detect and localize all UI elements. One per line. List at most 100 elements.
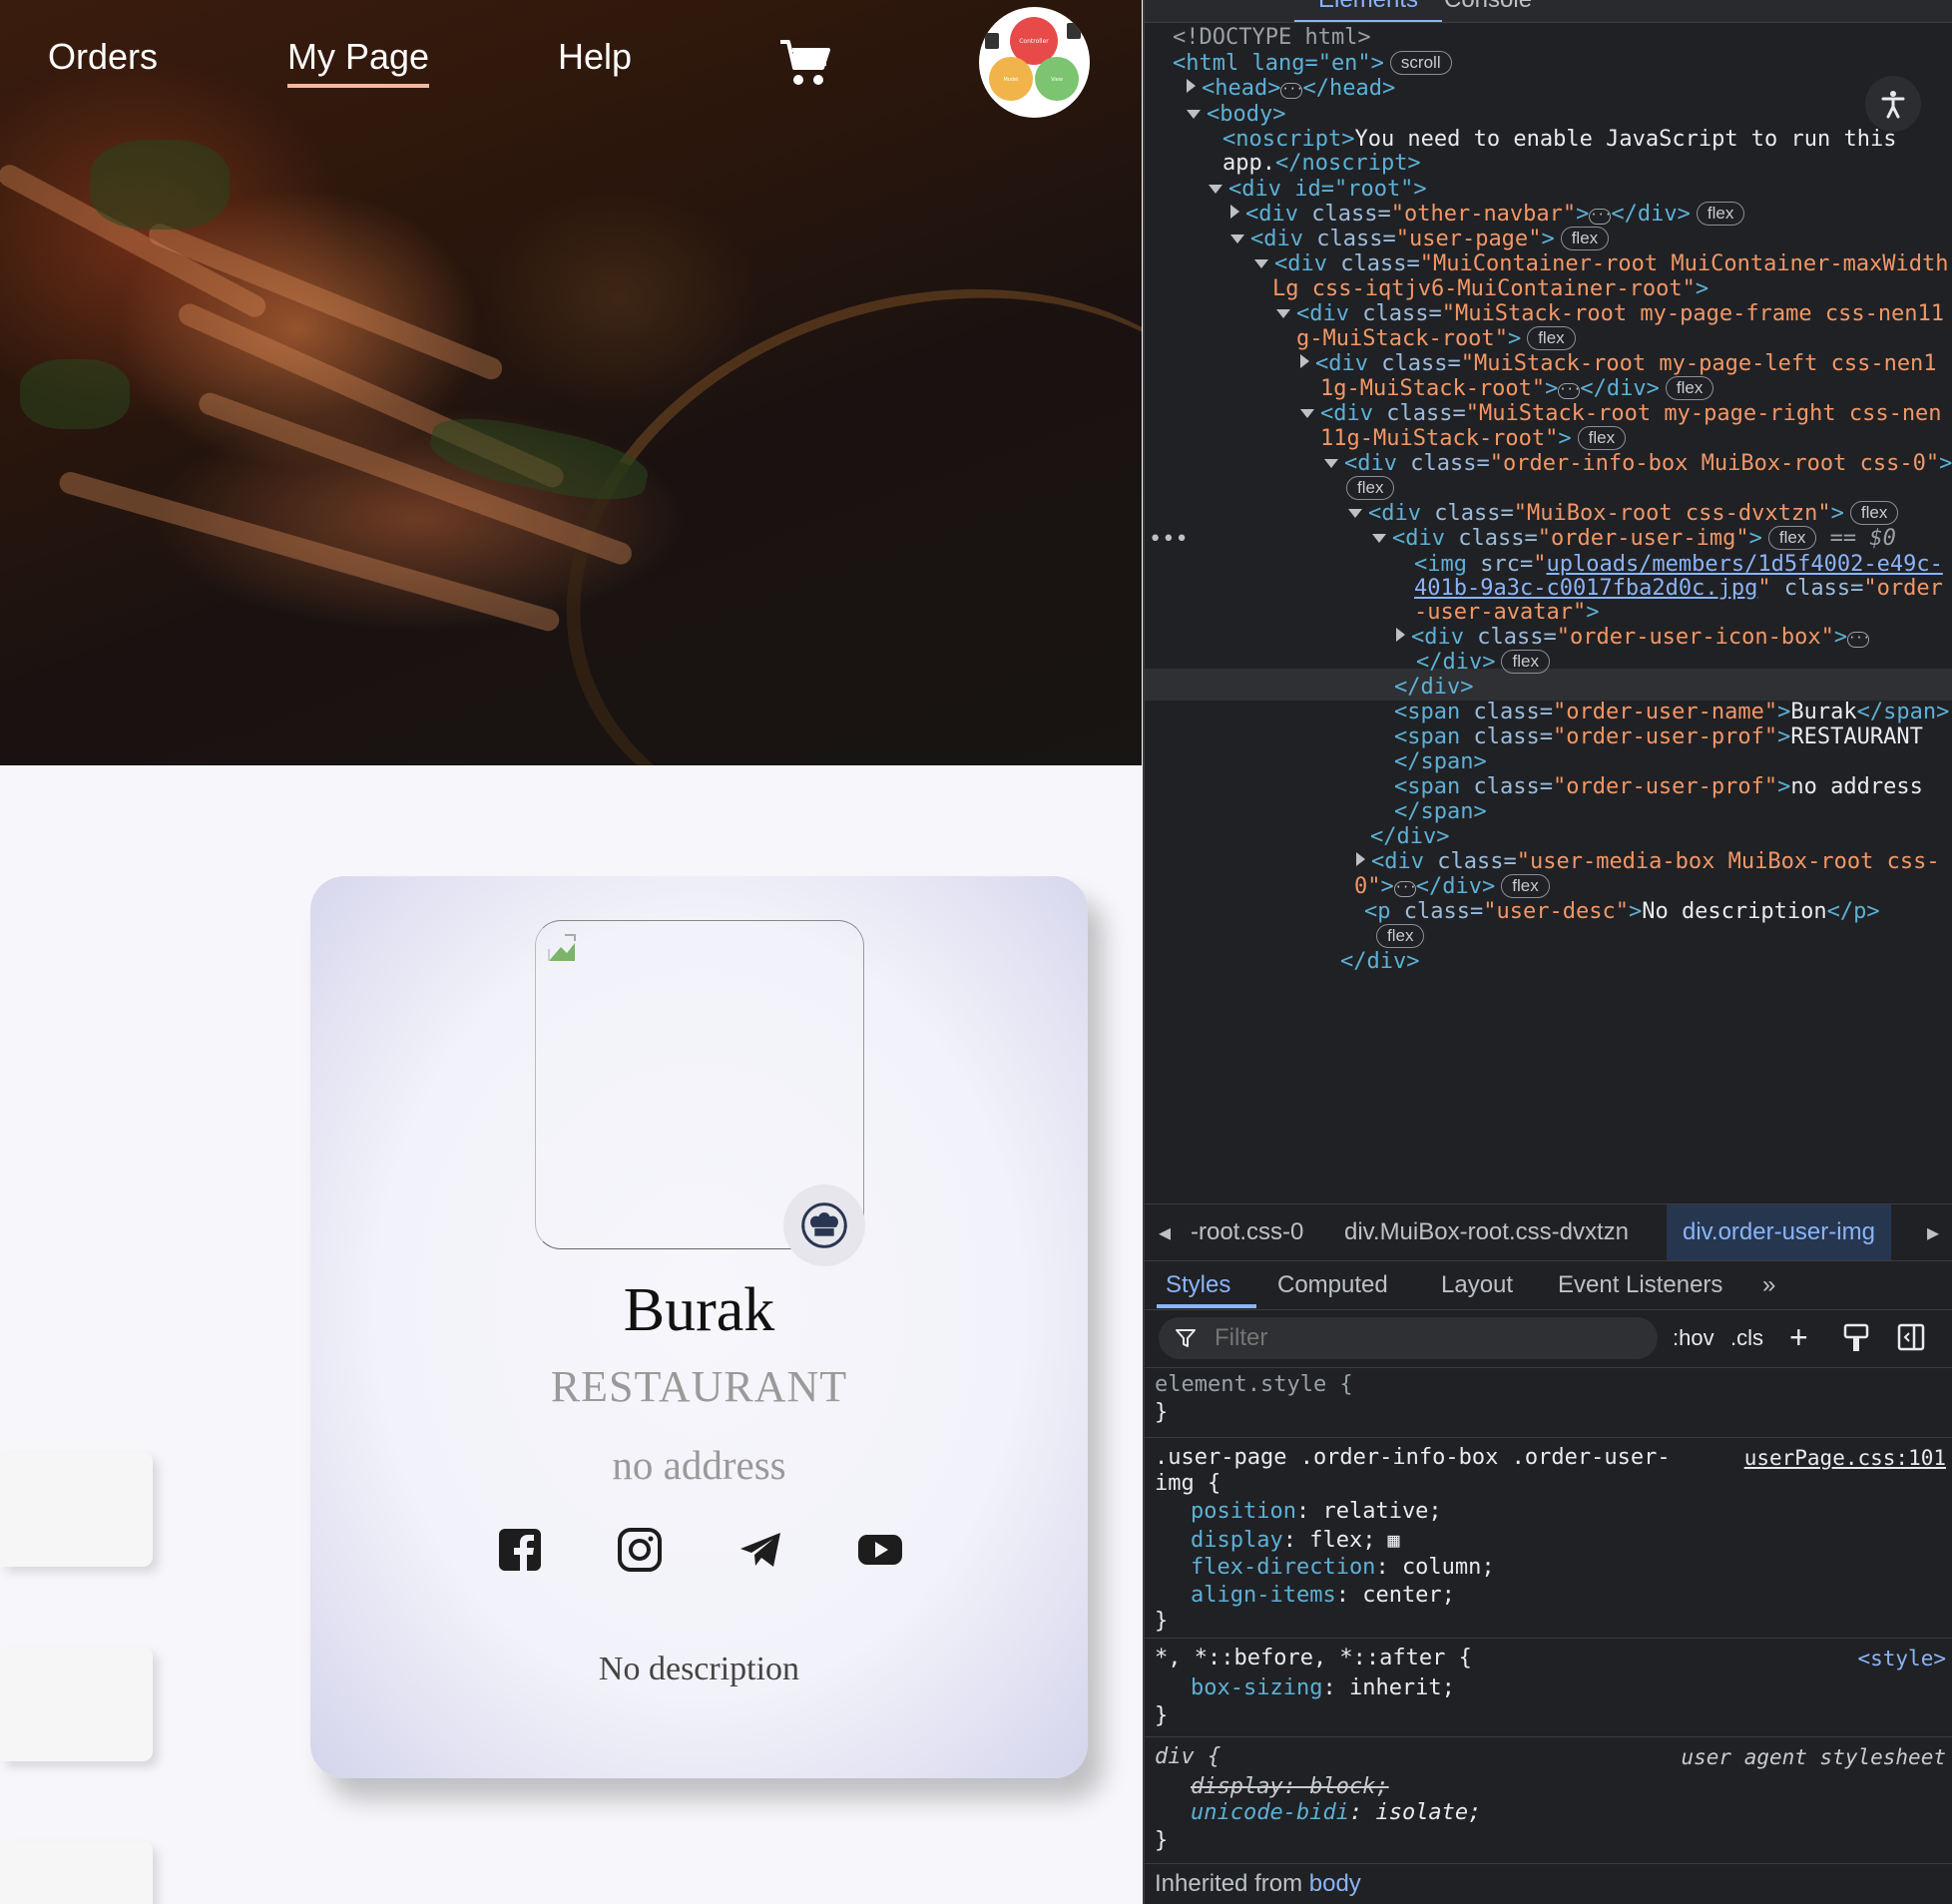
active-tab-underline bbox=[1157, 1304, 1256, 1308]
hov-toggle[interactable]: :hov bbox=[1673, 1325, 1714, 1351]
dom-line[interactable]: <div class="order-info-box MuiBox-root c… bbox=[1324, 448, 1952, 479]
ellipsis-icon[interactable]: ··· bbox=[1847, 632, 1870, 648]
breadcrumb-scroll-left[interactable]: ◂ bbox=[1159, 1218, 1171, 1247]
desc-class: user-desc bbox=[1496, 899, 1616, 924]
css-declaration[interactable]: position: relative; bbox=[1191, 1498, 1442, 1526]
noscript-text-cont: app. bbox=[1222, 151, 1275, 176]
flex-badge[interactable]: flex bbox=[1665, 376, 1714, 400]
ellipsis-icon[interactable]: ··· bbox=[1393, 881, 1416, 897]
accessibility-icon[interactable] bbox=[1865, 76, 1921, 132]
sidebar-tab-card[interactable] bbox=[0, 1452, 153, 1567]
flex-badge[interactable]: flex bbox=[1501, 650, 1550, 674]
css-declaration[interactable]: align-items: center; bbox=[1191, 1582, 1455, 1610]
nav-my-page-link[interactable]: My Page bbox=[287, 36, 430, 88]
dom-tree: <!DOCTYPE html> <html lang="en"> scroll <… bbox=[1145, 22, 1952, 1199]
expand-arrow-icon[interactable] bbox=[1300, 354, 1309, 368]
css-declaration[interactable]: box-sizing: inherit; bbox=[1191, 1674, 1455, 1702]
ellipsis-icon[interactable]: ··· bbox=[1589, 209, 1612, 225]
flex-badge[interactable]: flex bbox=[1849, 501, 1899, 525]
tab-event-listeners[interactable]: Event Listeners bbox=[1558, 1271, 1722, 1299]
telegram-icon[interactable] bbox=[737, 1527, 783, 1573]
row-menu-icon[interactable]: ••• bbox=[1149, 524, 1189, 555]
collapse-arrow-icon[interactable] bbox=[1276, 309, 1290, 318]
rule-source-link[interactable]: userPage.css:101 bbox=[1744, 1444, 1946, 1472]
collapse-arrow-icon[interactable] bbox=[1324, 459, 1338, 468]
breadcrumb-item[interactable]: div.MuiBox-root.css-dvxtzn bbox=[1344, 1218, 1629, 1246]
inherited-from-link[interactable]: body bbox=[1309, 1870, 1361, 1897]
expand-arrow-icon[interactable] bbox=[1356, 852, 1365, 866]
tab-layout[interactable]: Layout bbox=[1441, 1271, 1513, 1299]
css-value[interactable]: inherit; bbox=[1349, 1675, 1455, 1700]
tab-styles[interactable]: Styles bbox=[1166, 1271, 1230, 1299]
youtube-icon[interactable] bbox=[857, 1527, 903, 1573]
flex-badge[interactable]: flex bbox=[1767, 526, 1817, 550]
css-value[interactable]: relative; bbox=[1322, 1499, 1441, 1524]
inherited-label: Inherited from bbox=[1155, 1870, 1303, 1897]
rule-selector[interactable]: div { bbox=[1155, 1743, 1220, 1771]
add-rule-icon[interactable]: + bbox=[1789, 1319, 1808, 1356]
ellipsis-icon[interactable]: ··· bbox=[1280, 83, 1303, 99]
css-value[interactable]: flex; bbox=[1309, 1528, 1375, 1553]
noscript-text: You need to enable JavaScript to run thi… bbox=[1354, 127, 1897, 152]
dom-line[interactable]: </div> bbox=[1340, 946, 1419, 977]
expand-arrow-icon[interactable] bbox=[1187, 79, 1196, 93]
rule-selector[interactable]: *, *::before, *::after { bbox=[1155, 1645, 1472, 1672]
instagram-icon[interactable] bbox=[617, 1527, 663, 1573]
ellipsis-icon[interactable]: ··· bbox=[1558, 383, 1581, 399]
flex-badge[interactable]: flex bbox=[1527, 326, 1576, 350]
css-declaration[interactable]: display: flex; ▦ bbox=[1191, 1526, 1400, 1555]
collapse-arrow-icon[interactable] bbox=[1300, 409, 1314, 418]
styles-filter-bar: :hov .cls + bbox=[1145, 1309, 1952, 1368]
rule-selector-cont: img { bbox=[1155, 1471, 1221, 1496]
sidebar-tab-card[interactable] bbox=[0, 1841, 153, 1904]
css-declaration[interactable]: flex-direction: column; bbox=[1191, 1554, 1495, 1582]
toggle-sidebar-icon[interactable] bbox=[1897, 1323, 1925, 1351]
paint-brush-icon[interactable] bbox=[1843, 1323, 1869, 1353]
nav-help-link[interactable]: Help bbox=[558, 36, 632, 78]
flex-editor-icon[interactable]: ▦ bbox=[1375, 1528, 1399, 1552]
top-navbar: Orders My Page Help Controller Model Vie… bbox=[0, 0, 1142, 120]
css-prop: position bbox=[1191, 1499, 1296, 1524]
chef-hat-icon bbox=[783, 1185, 865, 1266]
expand-arrow-icon[interactable] bbox=[1230, 205, 1239, 219]
prof-class: order-user-prof bbox=[1566, 774, 1764, 799]
more-tabs-icon[interactable]: » bbox=[1762, 1271, 1775, 1299]
rule-selector[interactable]: .user-page .order-info-box .order-user- bbox=[1155, 1444, 1671, 1472]
breadcrumb-scroll-right[interactable]: ▸ bbox=[1927, 1218, 1939, 1247]
cls-toggle[interactable]: .cls bbox=[1730, 1325, 1763, 1351]
rule-source-link[interactable]: <style> bbox=[1857, 1645, 1946, 1672]
collapse-arrow-icon[interactable] bbox=[1209, 185, 1222, 194]
tab-console[interactable]: Console bbox=[1444, 0, 1532, 14]
styles-filter-input[interactable] bbox=[1159, 1317, 1658, 1359]
tab-elements[interactable]: Elements bbox=[1294, 0, 1443, 22]
doctype-text: <!DOCTYPE html> bbox=[1173, 25, 1371, 50]
flex-badge[interactable]: flex bbox=[1577, 426, 1627, 450]
css-prop: box-sizing bbox=[1191, 1675, 1323, 1700]
flex-badge[interactable]: flex bbox=[1560, 227, 1610, 250]
rule-selector[interactable]: element.style { bbox=[1155, 1371, 1353, 1399]
tab-computed[interactable]: Computed bbox=[1277, 1271, 1388, 1299]
collapse-arrow-icon[interactable] bbox=[1254, 259, 1268, 268]
mvc-logo[interactable]: Controller Model View bbox=[979, 7, 1090, 118]
breadcrumb-item-active[interactable]: div.order-user-img bbox=[1667, 1204, 1891, 1260]
flex-badge[interactable]: flex bbox=[1376, 924, 1425, 948]
expand-arrow-icon[interactable] bbox=[1396, 628, 1405, 642]
sidebar-tab-card[interactable] bbox=[0, 1647, 153, 1761]
collapse-arrow-icon[interactable] bbox=[1348, 509, 1362, 518]
nav-orders-link[interactable]: Orders bbox=[48, 36, 158, 78]
dom-line[interactable]: <p class="user-desc">No description</p> bbox=[1364, 896, 1880, 927]
cart-icon[interactable] bbox=[778, 38, 830, 88]
breadcrumb-item[interactable]: -root.css-0 bbox=[1191, 1218, 1303, 1246]
desc-text: No description bbox=[1642, 899, 1827, 924]
scroll-badge[interactable]: scroll bbox=[1389, 51, 1452, 75]
collapse-arrow-icon[interactable] bbox=[1372, 534, 1386, 543]
flex-badge[interactable]: flex bbox=[1501, 874, 1550, 898]
facebook-icon[interactable] bbox=[497, 1527, 543, 1573]
flex-badge[interactable]: flex bbox=[1346, 476, 1395, 500]
logo-label-controller: Controller bbox=[1019, 38, 1049, 45]
flex-badge[interactable]: flex bbox=[1696, 202, 1745, 226]
css-value[interactable]: center; bbox=[1362, 1583, 1455, 1608]
collapse-arrow-icon[interactable] bbox=[1230, 235, 1244, 243]
css-value[interactable]: column; bbox=[1402, 1555, 1495, 1580]
collapse-arrow-icon[interactable] bbox=[1187, 110, 1201, 119]
